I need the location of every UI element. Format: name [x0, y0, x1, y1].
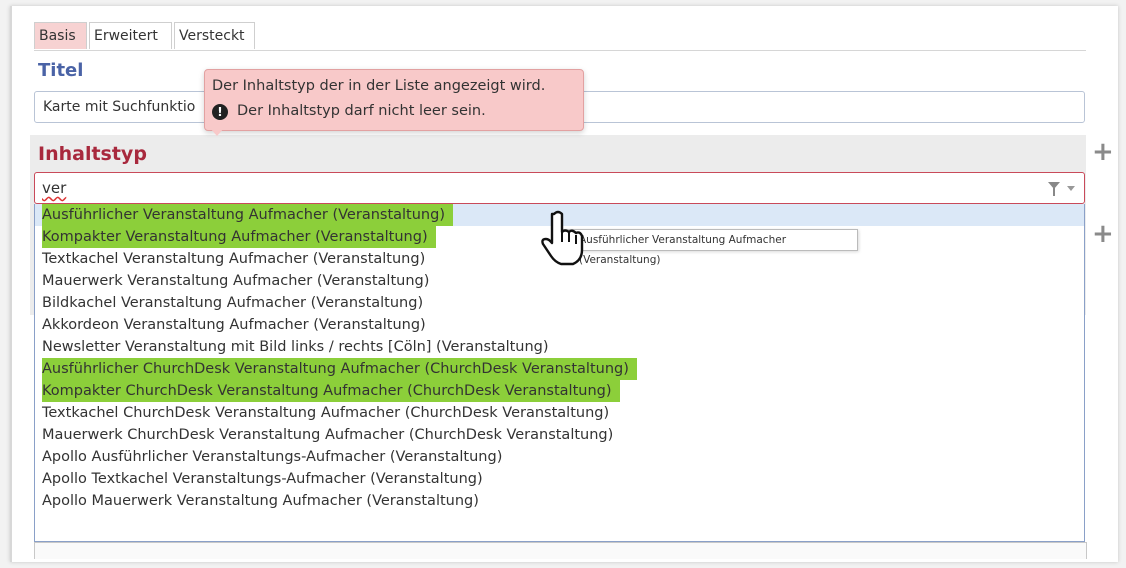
list-item[interactable]: Kompakter ChurchDesk Veranstaltung Aufma…: [35, 380, 1084, 402]
list-item-label: Apollo Mauerwerk Veranstaltung Aufmacher…: [42, 493, 479, 509]
list-item-label: Mauerwerk Veranstaltung Aufmacher (Veran…: [42, 273, 430, 289]
option-hover-hint: Ausführlicher Veranstaltung Aufmacher (V…: [560, 229, 858, 266]
list-item-label: Ausführlicher ChurchDesk Veranstaltung A…: [42, 358, 637, 380]
tooltip-error-message: Der Inhaltstyp darf nicht leer sein.: [237, 103, 486, 119]
list-item[interactable]: Textkachel ChurchDesk Veranstaltung Aufm…: [35, 402, 1084, 424]
list-item[interactable]: Mauerwerk ChurchDesk Veranstaltung Aufma…: [35, 424, 1084, 446]
list-item-label: Newsletter Veranstaltung mit Bild links …: [42, 339, 549, 355]
list-item[interactable]: Apollo Ausführlicher Veranstaltungs-Aufm…: [35, 446, 1084, 468]
list-item[interactable]: Newsletter Veranstaltung mit Bild links …: [35, 336, 1084, 358]
list-item-label: Ausführlicher Veranstaltung Aufmacher (V…: [42, 204, 453, 226]
titel-label: Titel: [38, 60, 84, 81]
tab-basis[interactable]: Basis: [34, 22, 87, 49]
alert-icon: !: [212, 104, 228, 120]
tooltip-arrow: [210, 128, 224, 136]
validation-tooltip: Der Inhaltstyp der in der Liste angezeig…: [204, 69, 584, 131]
list-item[interactable]: Mauerwerk Veranstaltung Aufmacher (Veran…: [35, 270, 1084, 292]
tooltip-description: Der Inhaltstyp der in der Liste angezeig…: [212, 78, 546, 94]
tab-bar: Basis Erweitert Versteckt: [34, 22, 1086, 51]
chevron-down-icon[interactable]: [1067, 186, 1075, 191]
next-field-box: [34, 542, 1087, 559]
inhaltstyp-label: Inhaltstyp: [38, 143, 147, 165]
plus-icon[interactable]: +: [1092, 221, 1114, 247]
list-item[interactable]: Apollo Mauerwerk Veranstaltung Aufmacher…: [35, 490, 1084, 512]
list-item[interactable]: Ausführlicher ChurchDesk Veranstaltung A…: [35, 358, 1084, 380]
list-item-label: Apollo Ausführlicher Veranstaltungs-Aufm…: [42, 449, 503, 465]
list-item-label: Kompakter Veranstaltung Aufmacher (Veran…: [42, 226, 436, 248]
tab-erweitert[interactable]: Erweitert: [89, 22, 172, 49]
filter-icon[interactable]: [1048, 182, 1060, 196]
list-item[interactable]: Bildkachel Veranstaltung Aufmacher (Vera…: [35, 292, 1084, 314]
plus-icon[interactable]: +: [1092, 139, 1114, 165]
inhaltstyp-search-input[interactable]: ver: [42, 179, 66, 197]
tab-versteckt[interactable]: Versteckt: [174, 22, 255, 49]
hand-cursor-icon: [541, 210, 584, 266]
list-item-label: Textkachel ChurchDesk Veranstaltung Aufm…: [42, 405, 610, 421]
list-item-label: Apollo Textkachel Veranstaltungs-Aufmach…: [42, 471, 483, 487]
list-item-label: Bildkachel Veranstaltung Aufmacher (Vera…: [42, 295, 424, 311]
list-item-label: Akkordeon Veranstaltung Aufmacher (Veran…: [42, 317, 426, 333]
inhaltstyp-combobox[interactable]: ver: [34, 172, 1085, 204]
list-item-label: Textkachel Veranstaltung Aufmacher (Vera…: [42, 251, 426, 267]
list-item[interactable]: Apollo Textkachel Veranstaltungs-Aufmach…: [35, 468, 1084, 490]
list-item-label: Mauerwerk ChurchDesk Veranstaltung Aufma…: [42, 427, 614, 443]
list-item[interactable]: Akkordeon Veranstaltung Aufmacher (Veran…: [35, 314, 1084, 336]
list-item-label: Kompakter ChurchDesk Veranstaltung Aufma…: [42, 380, 620, 402]
